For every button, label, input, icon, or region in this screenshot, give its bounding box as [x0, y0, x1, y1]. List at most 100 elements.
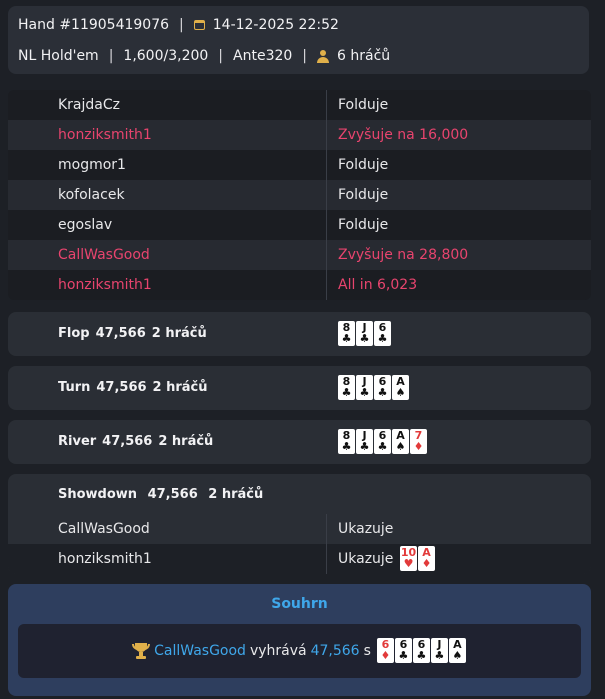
column-divider	[326, 210, 327, 240]
card-suit-icon: ♣	[377, 386, 388, 399]
player-action: Ukazuje	[338, 521, 394, 537]
player-name[interactable]: KrajdaCz	[58, 97, 120, 113]
street-pot: 47,566	[96, 380, 147, 395]
street-players: 2 hráčů	[152, 380, 208, 395]
user-icon	[317, 49, 330, 63]
column-divider	[326, 120, 327, 150]
card-suit-icon: ♦	[421, 557, 432, 570]
calendar-icon	[193, 20, 205, 30]
action-row: kofolacek Folduje	[8, 180, 591, 210]
playing-card: 6 ♣	[374, 429, 391, 454]
hand-id: Hand #11905419076	[18, 17, 170, 33]
card-suit-icon: ♣	[359, 440, 370, 453]
column-divider	[326, 90, 327, 120]
playing-card: 6 ♣	[394, 638, 412, 663]
player-action: All in 6,023	[338, 277, 418, 293]
card-suit-icon: ♣	[377, 440, 388, 453]
card-suit-icon: ♣	[359, 332, 370, 345]
playing-card: A ♠	[392, 375, 409, 400]
player-name[interactable]: mogmor1	[58, 157, 126, 173]
board-cards: 8 ♣ J ♣ 6 ♣ A ♠ 7 ♦	[338, 429, 428, 454]
winner-name[interactable]: CallWasGood	[154, 643, 246, 659]
action-row: egoslav Folduje	[8, 210, 591, 240]
street-label: Turn 47,566 2 hráčů	[58, 380, 214, 395]
street-name: Showdown	[58, 487, 138, 502]
winner-verb: vyhrává	[249, 642, 307, 659]
column-divider	[326, 544, 327, 574]
showdown-title: Showdown 47,566 2 hráčů	[58, 487, 269, 502]
playing-card: J ♣	[356, 321, 373, 346]
separator: |	[302, 48, 308, 64]
separator: |	[108, 48, 114, 64]
card-suit-icon: ♣	[341, 440, 352, 453]
street-flop: Flop 47,566 2 hráčů 8 ♣ J ♣ 6 ♣	[8, 312, 591, 356]
stakes: 1,600/3,200	[123, 48, 209, 64]
playing-card: A ♠	[392, 429, 409, 454]
showdown-row: honziksmith1 Ukazuje 10 ♥ A ♦	[8, 544, 591, 574]
player-count: 6 hráčů	[337, 48, 391, 64]
playing-card: 10 ♥	[400, 546, 417, 571]
hand-header-line1: Hand #11905419076 | 14-12-2025 22:52	[18, 17, 339, 33]
trophy-icon	[132, 642, 151, 659]
player-name[interactable]: honziksmith1	[58, 277, 152, 293]
showdown-row: CallWasGood Ukazuje	[8, 514, 591, 544]
hand-header-line2: NL Hold'em | 1,600/3,200 | Ante320 | 6 h…	[18, 48, 390, 64]
playing-card: 6 ♣	[374, 375, 391, 400]
playing-card: J ♣	[356, 375, 373, 400]
board-cards: 8 ♣ J ♣ 6 ♣ A ♠	[338, 375, 410, 400]
game-type: NL Hold'em	[18, 48, 99, 64]
ante: Ante320	[233, 48, 293, 64]
action-row: KrajdaCz Folduje	[8, 90, 591, 120]
card-suit-icon: ♣	[341, 332, 352, 345]
playing-card: 6 ♣	[374, 321, 391, 346]
with-word: s	[363, 642, 371, 659]
playing-card: A ♦	[418, 546, 435, 571]
player-name[interactable]: egoslav	[58, 217, 112, 233]
player-action: Ukazuje	[338, 551, 394, 567]
card-suit-icon: ♦	[380, 649, 391, 662]
column-divider	[326, 240, 327, 270]
player-action: Folduje	[338, 187, 389, 203]
action-row: mogmor1 Folduje	[8, 150, 591, 180]
playing-card: 8 ♣	[338, 429, 355, 454]
street-label: River 47,566 2 hráčů	[58, 434, 219, 449]
summary-panel: Souhrn CallWasGood vyhrává 47,566 s 6 ♦ 6 ♣…	[8, 584, 591, 696]
card-suit-icon: ♣	[398, 649, 409, 662]
card-suit-icon: ♦	[413, 440, 424, 453]
playing-card: 8 ♣	[338, 321, 355, 346]
player-name[interactable]: honziksmith1	[58, 551, 152, 567]
playing-card: 6 ♦	[376, 638, 394, 663]
playing-card: 7 ♦	[410, 429, 427, 454]
card-suit-icon: ♣	[341, 386, 352, 399]
column-divider	[326, 150, 327, 180]
card-suit-icon: ♥	[403, 557, 414, 570]
playing-card: A ♠	[448, 638, 466, 663]
summary-line: CallWasGood vyhrává 47,566 s 6 ♦ 6 ♣ 6 ♣ J ♣ A ♠	[18, 638, 581, 663]
summary-box: CallWasGood vyhrává 47,566 s 6 ♦ 6 ♣ 6 ♣ J ♣ A ♠	[18, 624, 581, 678]
street-turn: Turn 47,566 2 hráčů 8 ♣ J ♣ 6 ♣ A ♠	[8, 366, 591, 410]
card-suit-icon: ♠	[395, 440, 406, 453]
player-name[interactable]: CallWasGood	[58, 247, 150, 263]
street-name: Turn	[58, 380, 91, 395]
shown-cards: 10 ♥ A ♦	[400, 546, 436, 571]
card-suit-icon: ♣	[434, 649, 445, 662]
card-suit-icon: ♠	[395, 386, 406, 399]
showdown-section: Showdown 47,566 2 hráčů CallWasGood Ukazu…	[8, 474, 591, 574]
preflop-actions-table: KrajdaCz Folduje honziksmith1 Zvyšuje na 16…	[8, 90, 591, 300]
player-action: Folduje	[338, 97, 389, 113]
card-suit-icon: ♣	[377, 332, 388, 345]
player-name[interactable]: honziksmith1	[58, 127, 152, 143]
card-suit-icon: ♠	[452, 649, 463, 662]
player-name[interactable]: kofolacek	[58, 187, 125, 203]
action-row: honziksmith1 Zvyšuje na 16,000	[8, 120, 591, 150]
column-divider	[326, 180, 327, 210]
street-pot: 47,566	[102, 434, 153, 449]
separator: |	[218, 48, 224, 64]
player-name[interactable]: CallWasGood	[58, 521, 150, 537]
player-action: Zvyšuje na 28,800	[338, 247, 469, 263]
player-action: Folduje	[338, 157, 389, 173]
street-pot: 47,566	[95, 326, 146, 341]
street-pot: 47,566	[147, 487, 198, 502]
player-action: Zvyšuje na 16,000	[338, 127, 469, 143]
street-players: 2 hráčů	[208, 487, 264, 502]
